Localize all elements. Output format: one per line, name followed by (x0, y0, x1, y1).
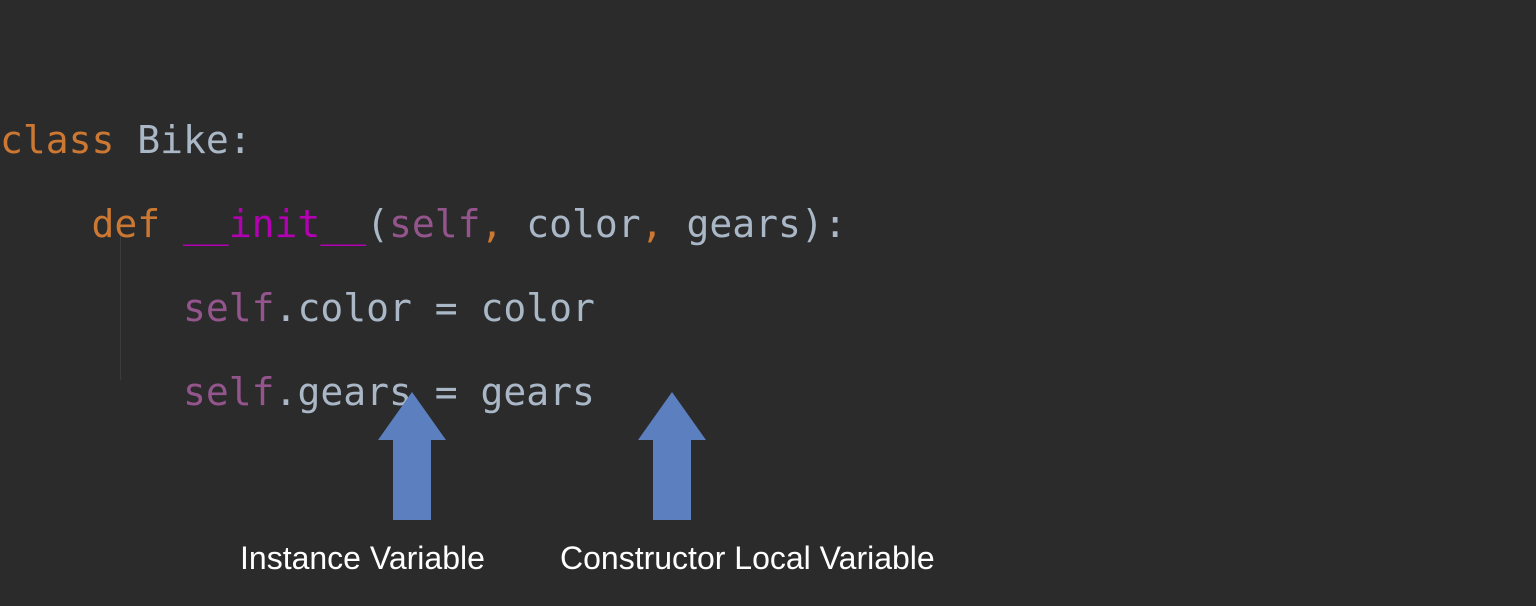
self-ref: self (183, 286, 275, 330)
rhs-gears: gears (481, 370, 595, 414)
dot: . (275, 286, 298, 330)
space (458, 286, 481, 330)
label-instance-variable: Instance Variable (240, 540, 485, 577)
equals: = (435, 286, 458, 330)
arrow-shaft (653, 440, 691, 520)
indent (0, 202, 92, 246)
arrow-instance-variable (378, 392, 446, 520)
space (160, 202, 183, 246)
arrow-up-icon (638, 392, 706, 440)
indent (0, 286, 183, 330)
param-color: color (526, 202, 640, 246)
keyword-class: class (0, 118, 114, 162)
space (412, 286, 435, 330)
keyword-def: def (92, 202, 161, 246)
space (458, 370, 481, 414)
space (114, 118, 137, 162)
comma: , (480, 202, 503, 246)
label-constructor-local-variable: Constructor Local Variable (560, 540, 935, 577)
indent (0, 370, 183, 414)
attr-color: color (297, 286, 411, 330)
rhs-color: color (481, 286, 595, 330)
class-name: Bike (137, 118, 229, 162)
rparen: ) (801, 202, 824, 246)
param-gears: gears (686, 202, 800, 246)
self-ref: self (183, 370, 275, 414)
dunder-init: __init__ (183, 202, 366, 246)
space (664, 202, 687, 246)
lparen: ( (366, 202, 389, 246)
dot: . (275, 370, 298, 414)
comma: , (641, 202, 664, 246)
arrow-shaft (393, 440, 431, 520)
space (503, 202, 526, 246)
colon: : (824, 202, 847, 246)
colon: : (229, 118, 252, 162)
arrow-local-variable (638, 392, 706, 520)
arrow-up-icon (378, 392, 446, 440)
param-self: self (389, 202, 481, 246)
code-block: ​class Bike: def __init__(self, color, g… (0, 98, 847, 434)
